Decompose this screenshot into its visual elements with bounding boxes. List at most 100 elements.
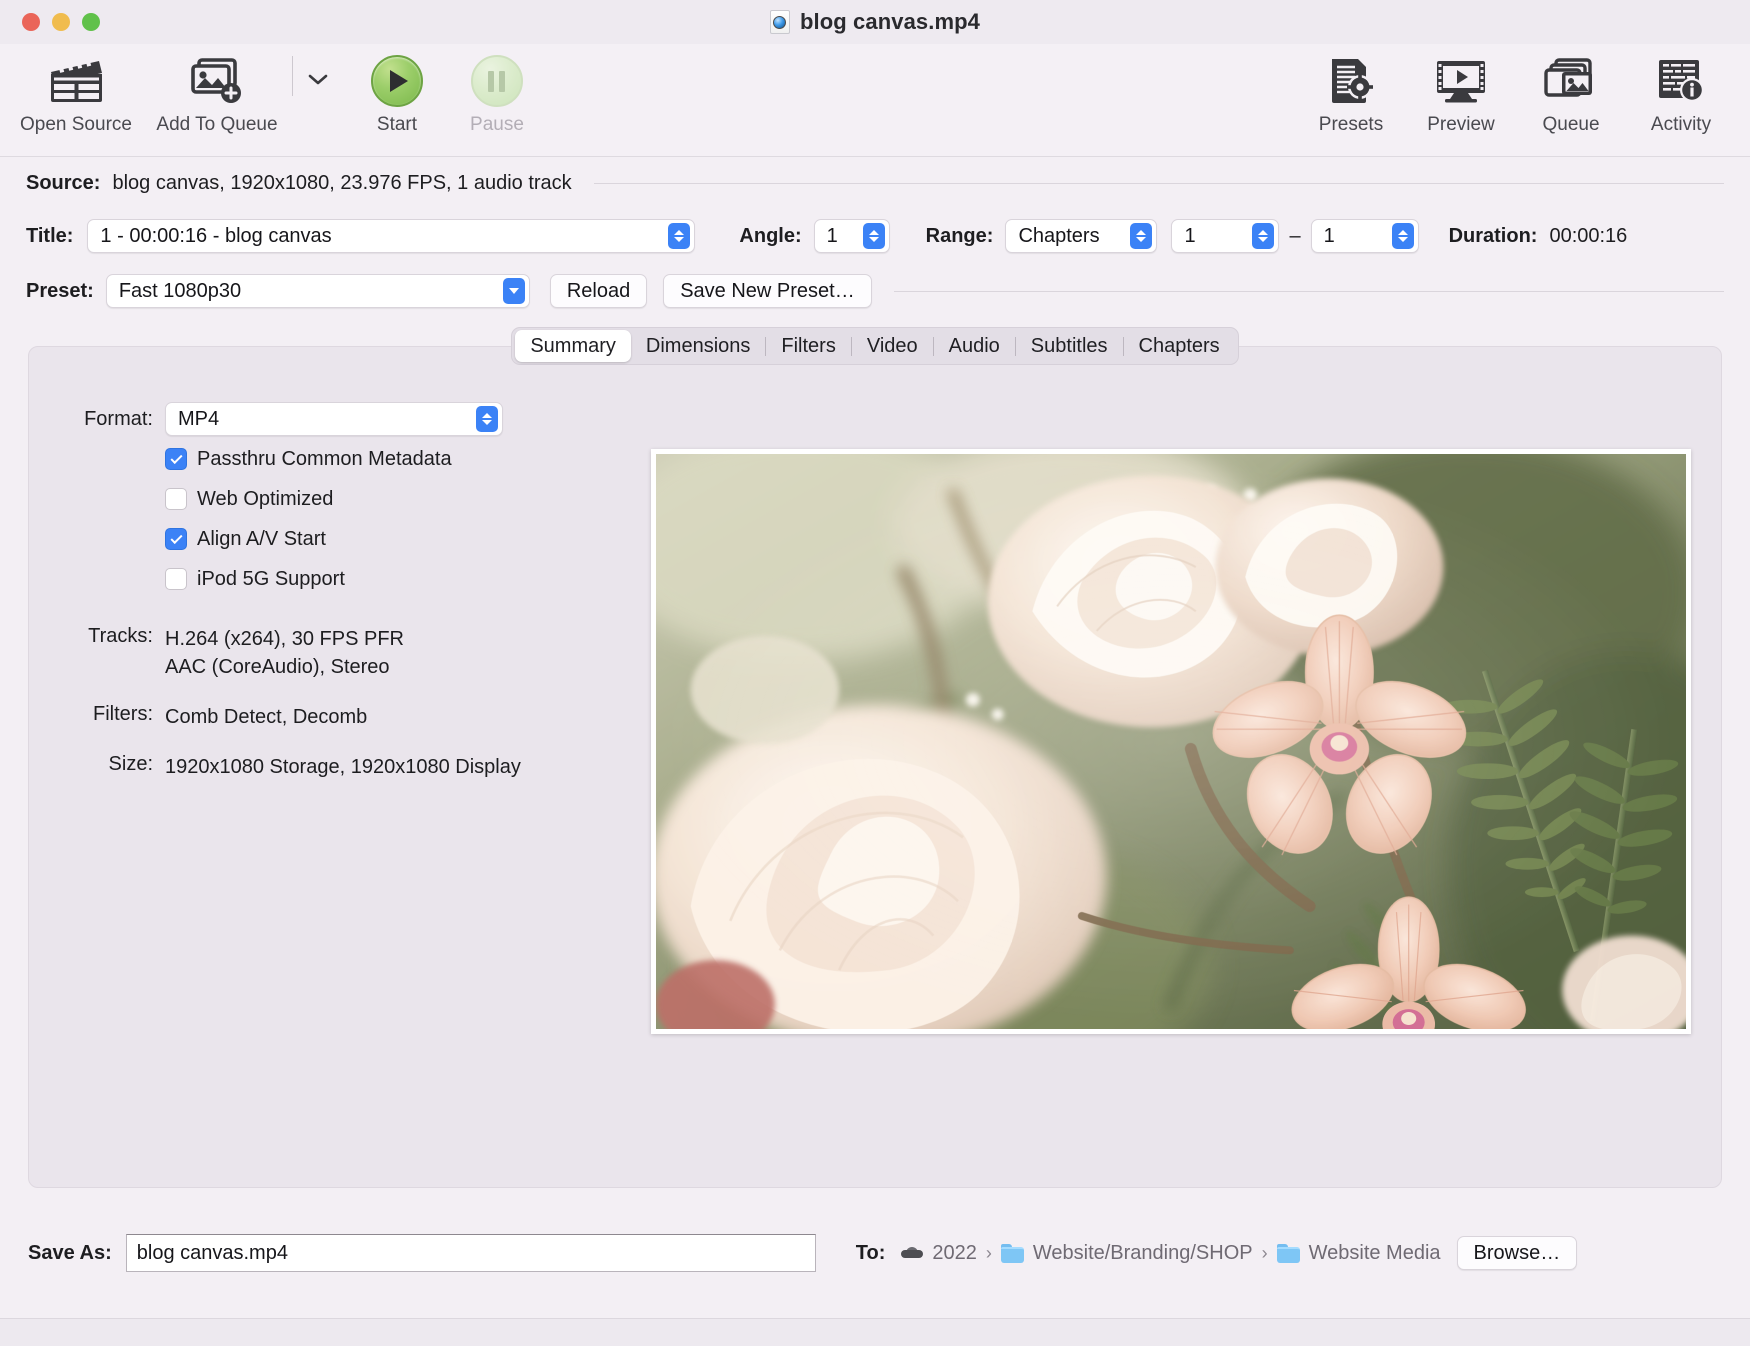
web-optimized-row[interactable]: Web Optimized <box>53 479 633 519</box>
handbrake-window: blog canvas.mp4 Open Source Add To Queue… <box>0 0 1750 1346</box>
window-title: blog canvas.mp4 <box>799 9 980 34</box>
close-button[interactable] <box>22 13 40 31</box>
save-as-label: Save As: <box>28 1241 112 1264</box>
preset-select[interactable]: Fast 1080p30 <box>105 274 530 308</box>
add-to-queue-label: Add To Queue <box>156 114 278 135</box>
title-select[interactable]: 1 - 00:00:16 - blog canvas <box>87 219 696 253</box>
pause-circle-icon <box>470 50 523 112</box>
filters-row: Filters: Comb Detect, Decomb <box>53 703 633 731</box>
traffic-lights <box>22 13 100 31</box>
filters-label: Filters: <box>93 703 153 725</box>
tab-summary[interactable]: Summary <box>515 330 631 362</box>
format-value: MP4 <box>178 407 220 430</box>
title-center: blog canvas.mp4 <box>0 0 1750 44</box>
format-select[interactable]: MP4 <box>165 402 503 436</box>
breadcrumb-separator: › <box>1261 1242 1268 1263</box>
size-label: Size: <box>108 753 153 775</box>
save-new-preset-button[interactable]: Save New Preset… <box>663 274 872 308</box>
minimize-button[interactable] <box>52 13 70 31</box>
tabs-bar: Summary Dimensions Filters Video Audio S… <box>0 327 1750 365</box>
passthru-common-metadata-checkbox[interactable] <box>165 448 187 470</box>
preview-button[interactable]: Preview <box>1406 44 1516 136</box>
preset-value: Fast 1080p30 <box>118 279 242 302</box>
title-label: Title: <box>26 224 74 247</box>
passthru-common-metadata-row[interactable]: Passthru Common Metadata <box>53 439 633 479</box>
activity-label: Activity <box>1650 114 1712 135</box>
ipod-5g-support-row[interactable]: iPod 5G Support <box>53 559 633 599</box>
tab-group: Summary Dimensions Filters Video Audio S… <box>511 327 1239 365</box>
tab-video[interactable]: Video <box>852 330 933 362</box>
angle-stepper-icon[interactable] <box>862 223 885 249</box>
range-type-stepper-icon[interactable] <box>1130 223 1153 249</box>
toolbar-left-group: Open Source Add To Queue Start Pause <box>0 44 547 136</box>
source-info-area: Source: blog canvas, 1920x1080, 23.976 F… <box>0 157 1750 319</box>
tracks-line-2: AAC (CoreAudio), Stereo <box>165 656 390 678</box>
toolbar-divider <box>291 56 293 96</box>
range-end-value: 1 <box>1323 224 1335 247</box>
align-av-start-label: Align A/V Start <box>197 527 326 550</box>
preview-label: Preview <box>1427 114 1495 135</box>
tab-audio[interactable]: Audio <box>934 330 1015 362</box>
presets-label: Presets <box>1318 114 1384 135</box>
destination-bar-inner: Save As: blog canvas.mp4 To: 2022 › Webs… <box>28 1234 1722 1272</box>
document-icon <box>769 10 790 34</box>
angle-value: 1 <box>826 224 838 247</box>
add-to-queue-button[interactable]: Add To Queue <box>142 44 292 136</box>
destination-bar: Save As: blog canvas.mp4 To: 2022 › Webs… <box>0 1188 1750 1318</box>
preview-thumbnail[interactable] <box>651 449 1691 1034</box>
pause-button[interactable]: Pause <box>447 44 547 136</box>
align-av-start-checkbox[interactable] <box>165 528 187 550</box>
log-info-icon <box>1654 50 1708 112</box>
add-to-queue-dropdown-button[interactable] <box>291 44 329 112</box>
activity-button[interactable]: Activity <box>1626 44 1736 136</box>
save-as-input[interactable]: blog canvas.mp4 <box>125 1234 816 1272</box>
summary-panel: Format: MP4 Passthru Common Metadata Web… <box>28 346 1722 1188</box>
reload-button[interactable]: Reload <box>549 274 648 308</box>
range-end-stepper-icon[interactable] <box>1391 223 1414 249</box>
tracks-line-1: H.264 (x264), 30 FPS PFR <box>165 628 404 650</box>
range-type-select[interactable]: Chapters <box>1005 219 1158 253</box>
range-start-select[interactable]: 1 <box>1171 219 1280 253</box>
preset-dropdown-icon[interactable] <box>502 278 525 304</box>
breadcrumb-item-folder-1[interactable]: Website/Branding/SHOP <box>1033 1242 1253 1265</box>
ipod-5g-support-label: iPod 5G Support <box>197 567 345 590</box>
source-row: Source: blog canvas, 1920x1080, 23.976 F… <box>26 157 1724 209</box>
queue-button[interactable]: Queue <box>1516 44 1626 136</box>
open-source-button[interactable]: Open Source <box>10 44 142 136</box>
range-start-stepper-icon[interactable] <box>1252 223 1275 249</box>
to-label: To: <box>855 1241 886 1264</box>
tab-filters[interactable]: Filters <box>766 330 850 362</box>
source-divider <box>593 182 1724 184</box>
play-circle-icon <box>370 50 423 112</box>
angle-label: Angle: <box>739 224 802 247</box>
monitor-play-icon <box>1432 50 1490 112</box>
preset-row: Preset: Fast 1080p30 Reload Save New Pre… <box>26 263 1724 319</box>
browse-button[interactable]: Browse… <box>1456 1236 1578 1270</box>
passthru-common-metadata-label: Passthru Common Metadata <box>197 447 452 470</box>
zoom-button[interactable] <box>82 13 100 31</box>
breadcrumb-item-volume[interactable]: 2022 <box>932 1242 977 1265</box>
tracks-label: Tracks: <box>88 625 153 647</box>
size-row: Size: 1920x1080 Storage, 1920x1080 Displ… <box>53 753 633 781</box>
breadcrumb-item-folder-2[interactable]: Website Media <box>1309 1242 1441 1265</box>
tracks-row: Tracks: H.264 (x264), 30 FPS PFR AAC (Co… <box>53 625 633 681</box>
align-av-start-row[interactable]: Align A/V Start <box>53 519 633 559</box>
destination-breadcrumb: 2022 › Website/Branding/SHOP › Website M… <box>901 1242 1441 1265</box>
start-button[interactable]: Start <box>347 44 447 136</box>
format-stepper-icon[interactable] <box>476 406 498 432</box>
source-label: Source: <box>26 171 101 194</box>
presets-button[interactable]: Presets <box>1296 44 1406 136</box>
ipod-5g-support-checkbox[interactable] <box>165 568 187 590</box>
tab-chapters[interactable]: Chapters <box>1124 330 1235 362</box>
preset-label: Preset: <box>26 279 94 302</box>
range-label: Range: <box>925 224 994 247</box>
title-stepper-icon[interactable] <box>668 223 691 249</box>
tab-subtitles[interactable]: Subtitles <box>1016 330 1123 362</box>
range-end-select[interactable]: 1 <box>1310 219 1419 253</box>
web-optimized-checkbox[interactable] <box>165 488 187 510</box>
tab-dimensions[interactable]: Dimensions <box>631 330 765 362</box>
angle-select[interactable]: 1 <box>813 219 890 253</box>
folder-icon <box>1276 1243 1300 1263</box>
add-to-queue-group: Add To Queue <box>142 44 329 136</box>
summary-panel-inner: Format: MP4 Passthru Common Metadata Web… <box>29 381 1721 1187</box>
